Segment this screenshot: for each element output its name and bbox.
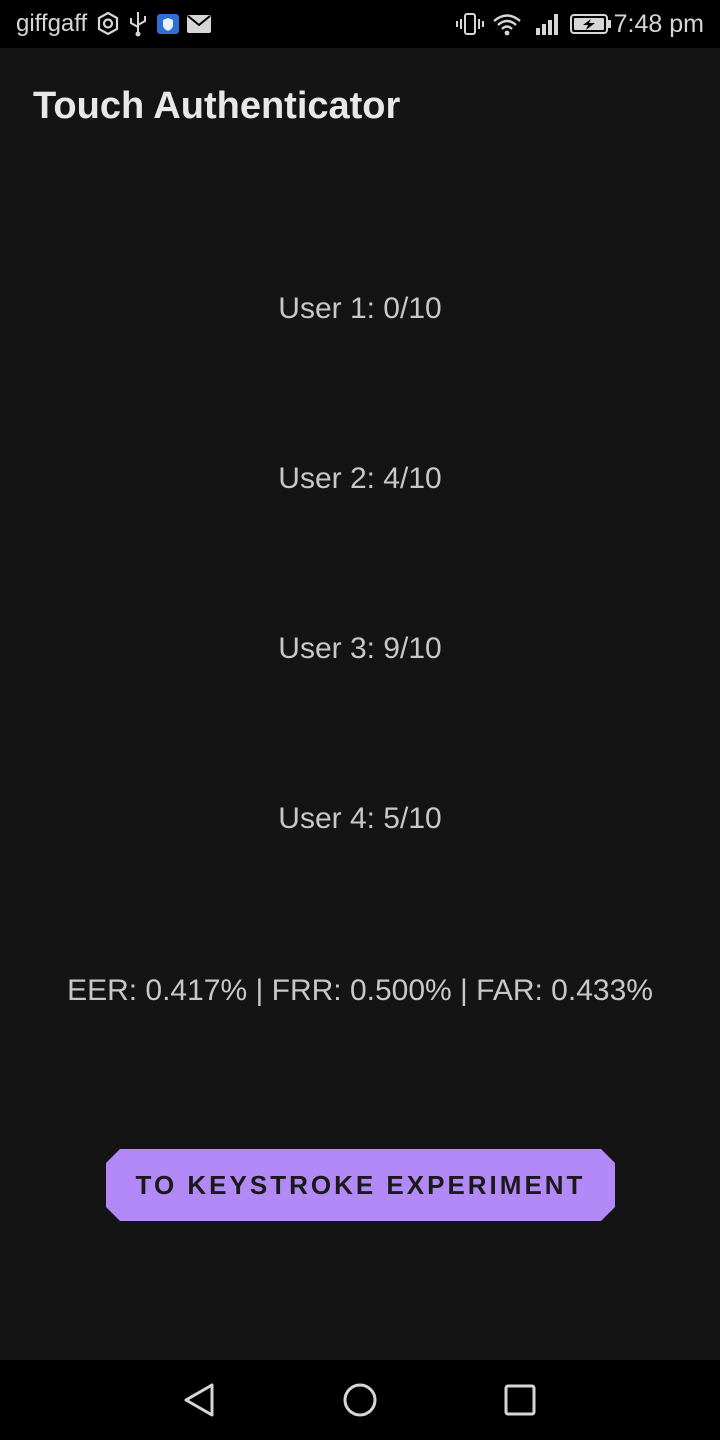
keystroke-experiment-button-label: TO KEYSTROKE EXPERIMENT — [135, 1170, 586, 1200]
user-score-2: User 2: 4/10 — [278, 462, 442, 495]
home-icon — [343, 1383, 377, 1417]
navigation-bar — [0, 1360, 720, 1440]
mail-icon — [187, 15, 211, 33]
user-score-1: User 1: 0/10 — [278, 292, 442, 325]
app-title: Touch Authenticator — [33, 85, 401, 127]
battery-charging-icon — [570, 14, 611, 34]
wifi-icon — [493, 14, 521, 36]
status-bar: giffgaff 7:48 pm — [0, 0, 720, 48]
status-time: 7:48 pm — [613, 10, 704, 38]
home-button[interactable] — [336, 1376, 384, 1424]
recents-icon — [504, 1384, 536, 1416]
user-score-3: User 3: 9/10 — [278, 632, 442, 665]
error-rate-metrics: EER: 0.417% | FRR: 0.500% | FAR: 0.433% — [67, 974, 653, 1007]
back-icon — [184, 1383, 214, 1417]
back-button[interactable] — [176, 1376, 224, 1424]
vpn-icon — [97, 11, 119, 36]
keystroke-experiment-button[interactable]: TO KEYSTROKE EXPERIMENT — [106, 1149, 615, 1221]
signal-icon — [536, 14, 558, 35]
app-content: Touch Authenticator User 1: 0/10 User 2:… — [0, 48, 720, 1360]
usb-icon — [130, 12, 146, 37]
carrier-name: giffgaff — [16, 10, 88, 37]
recents-button[interactable] — [496, 1376, 544, 1424]
user-score-4: User 4: 5/10 — [278, 802, 442, 835]
shield-icon — [157, 14, 179, 34]
vibrate-icon — [456, 13, 484, 35]
